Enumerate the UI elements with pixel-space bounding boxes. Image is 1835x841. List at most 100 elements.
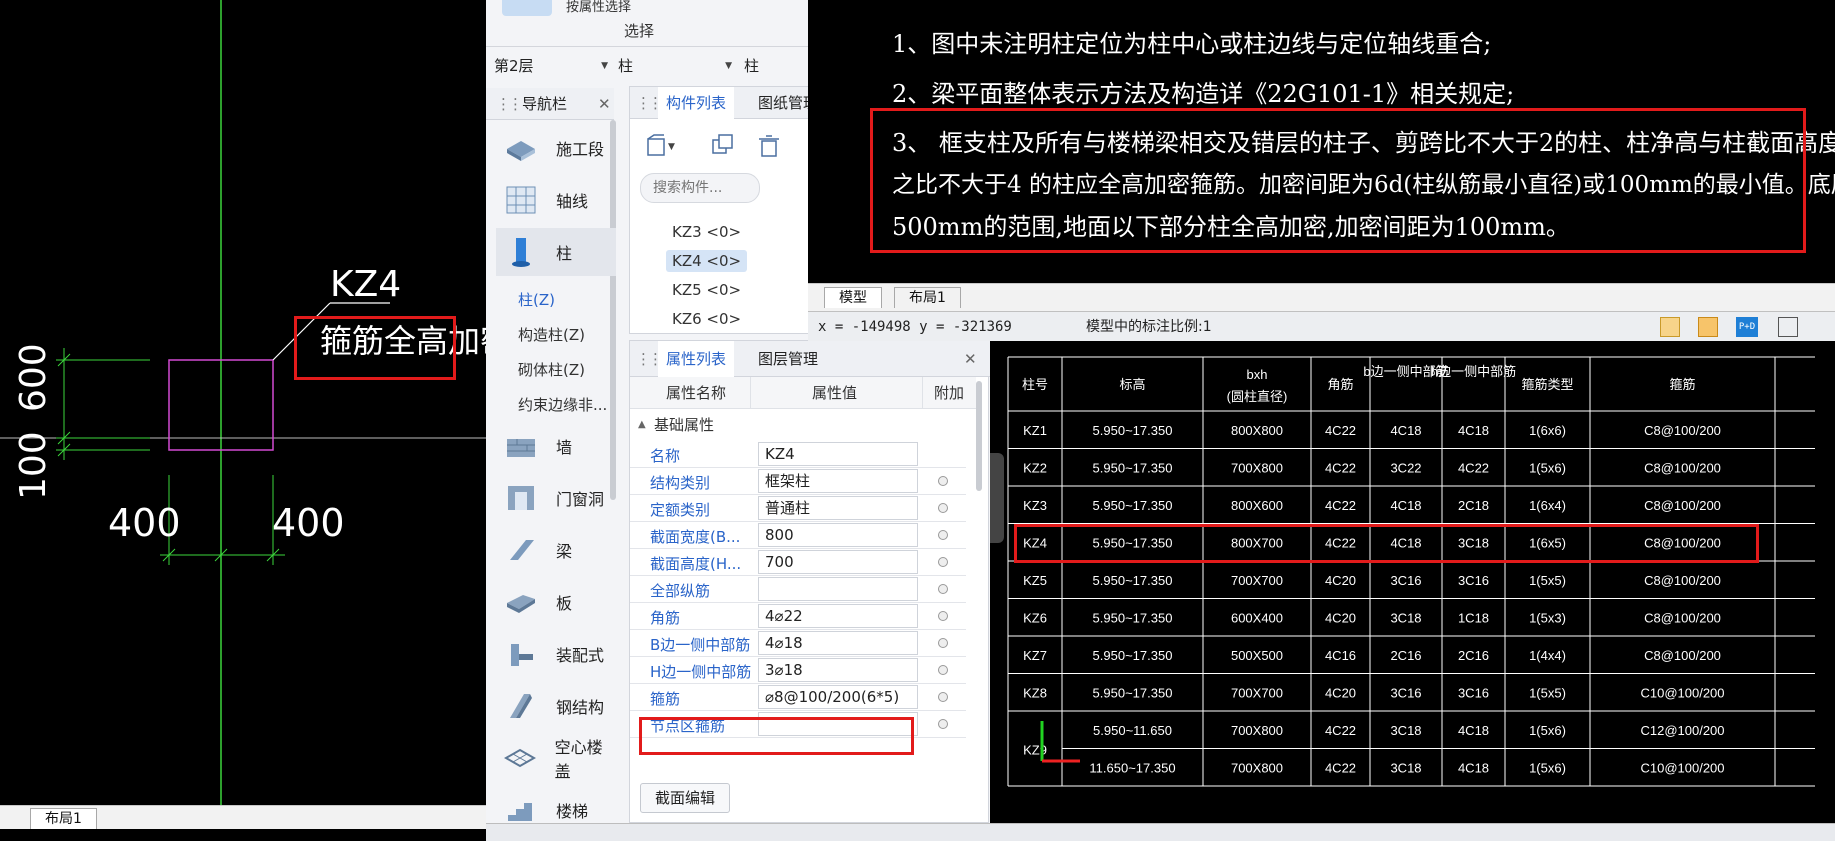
- drag-handle-icon[interactable]: ⋮⋮: [636, 87, 663, 119]
- attach-checkbox[interactable]: [938, 638, 948, 648]
- sub-item-masonry-column[interactable]: 砌体柱(Z): [518, 359, 585, 380]
- annotation-scale: 模型中的标注比例:1: [1086, 319, 1212, 335]
- floor-dropdown[interactable]: 第2层 ▼: [494, 52, 612, 80]
- subtype-dropdown[interactable]: 柱: [744, 52, 804, 80]
- tab-layout1[interactable]: 布局1: [894, 287, 961, 308]
- collapse-handle[interactable]: [990, 453, 1004, 543]
- section-edit-button[interactable]: 截面编辑: [640, 783, 730, 813]
- property-value-input[interactable]: 700: [758, 550, 918, 574]
- nav-item-beam[interactable]: 梁: [496, 526, 616, 574]
- collapse-icon[interactable]: ▲: [638, 409, 646, 441]
- tab-layout1[interactable]: 布局1: [30, 808, 97, 829]
- highlight-kz4-row: [1014, 524, 1759, 563]
- property-value-input[interactable]: KZ4: [758, 442, 918, 466]
- table-cell: 3C18: [1390, 761, 1421, 776]
- copy-icon[interactable]: [710, 133, 736, 159]
- tab-component-list[interactable]: 构件列表: [658, 87, 735, 119]
- nav-label: 梁: [556, 542, 573, 561]
- property-row: 箍筋 ⌀8@100/200(6*5): [630, 684, 966, 711]
- attach-checkbox[interactable]: [938, 476, 948, 486]
- attach-checkbox[interactable]: [938, 557, 948, 567]
- tab-layer-management[interactable]: 图层管理: [758, 341, 818, 377]
- list-item-kz4[interactable]: KZ4 <0>: [666, 250, 748, 272]
- select-by-attr-label[interactable]: 按属性选择: [566, 0, 631, 15]
- attach-checkbox[interactable]: [938, 611, 948, 621]
- group-label: 基础属性: [654, 416, 715, 434]
- minimize-icon[interactable]: [1778, 317, 1798, 337]
- col-header-value: 属性值: [812, 384, 858, 402]
- nav-item-wall[interactable]: 墙: [496, 422, 616, 470]
- column-schedule-viewport[interactable]: 柱号 标高 bxh (圆柱直径) 角筋 b边一侧中部筋 h边一侧中部筋 箍筋类型 箍筋 KZ1 5.…: [990, 341, 1835, 823]
- hollow-floor-icon: [504, 743, 537, 773]
- highlight-stirrup-note: [294, 316, 456, 380]
- sub-item-boundary-member[interactable]: 约束边缘非...: [518, 394, 607, 415]
- properties-scrollbar[interactable]: [976, 381, 982, 491]
- attach-checkbox[interactable]: [938, 530, 948, 540]
- table-cell: C8@100/200: [1644, 611, 1721, 626]
- table-cell: KZ1: [1023, 423, 1047, 438]
- table-cell: 4C18: [1458, 723, 1489, 738]
- property-value-input[interactable]: [758, 577, 918, 601]
- attach-checkbox[interactable]: [938, 665, 948, 675]
- table-cell: C8@100/200: [1644, 498, 1721, 513]
- drag-handle-icon[interactable]: ⋮⋮: [636, 341, 663, 377]
- property-group-basic[interactable]: ▲ 基础属性: [630, 409, 976, 441]
- table-cell: 4C22: [1325, 423, 1356, 438]
- note-line-2: 2、梁平面整体表示方法及构造详《22G101-1》相关规定;: [892, 80, 1515, 108]
- property-value-input[interactable]: ⌀8@100/200(6*5): [758, 685, 918, 709]
- nav-item-column[interactable]: 柱: [496, 228, 616, 276]
- cad-viewport-left[interactable]: KZ4 箍筋全高加密 600 100 400 400 布局1: [0, 0, 486, 841]
- sub-item-constructional-column[interactable]: 构造柱(Z): [518, 324, 585, 345]
- attach-checkbox[interactable]: [938, 584, 948, 594]
- property-name: B边一侧中部筋: [650, 636, 751, 654]
- navigator-title: 导航栏: [522, 95, 568, 113]
- coords-readout: x = -149498 y = -321369: [818, 319, 1012, 335]
- close-icon[interactable]: ✕: [598, 88, 611, 120]
- pdf-icon[interactable]: P+D: [1736, 317, 1758, 337]
- property-value-input[interactable]: 800: [758, 523, 918, 547]
- nav-item-grid-axis[interactable]: 轴线: [496, 176, 616, 224]
- property-name: 定额类别: [650, 501, 711, 519]
- property-row: 截面宽度(B... 800: [630, 522, 966, 549]
- layer-icon[interactable]: [1660, 317, 1680, 337]
- nav-label: 楼梯: [556, 802, 589, 821]
- nav-item-hollow-floor[interactable]: 空心楼盖: [496, 734, 616, 782]
- nav-item-slab[interactable]: 板: [496, 578, 616, 626]
- property-value-input[interactable]: 框架柱: [758, 469, 918, 493]
- tab-properties[interactable]: 属性列表: [658, 341, 735, 377]
- header-cell: (圆柱直径): [1227, 389, 1288, 404]
- table-cell: 1(4x4): [1529, 648, 1566, 663]
- attach-checkbox[interactable]: [938, 503, 948, 513]
- property-value-input[interactable]: 4⌀18: [758, 631, 918, 655]
- nav-label: 门窗洞: [556, 490, 605, 509]
- select-button[interactable]: [502, 0, 552, 16]
- list-item-kz6[interactable]: KZ6 <0>: [666, 308, 747, 330]
- delete-icon[interactable]: [756, 133, 782, 159]
- nav-item-construction-segment[interactable]: 施工段: [496, 124, 616, 172]
- new-component-icon[interactable]: ▼: [644, 133, 676, 159]
- property-value-input[interactable]: 4⌀22: [758, 604, 918, 628]
- property-value-input[interactable]: 普通柱: [758, 496, 918, 520]
- attach-checkbox[interactable]: [938, 692, 948, 702]
- folder-icon[interactable]: [1698, 317, 1718, 337]
- table-cell: C10@100/200: [1640, 761, 1724, 776]
- close-icon[interactable]: ✕: [964, 341, 977, 377]
- tab-model[interactable]: 模型: [824, 287, 882, 308]
- property-value-input[interactable]: 3⌀18: [758, 658, 918, 682]
- sub-item-column-z[interactable]: 柱(Z): [518, 289, 555, 310]
- table-cell: 1(6x6): [1529, 423, 1566, 438]
- drag-handle-icon[interactable]: ⋮⋮: [496, 88, 523, 120]
- search-input[interactable]: [640, 173, 760, 203]
- table-cell: 4C20: [1325, 573, 1356, 588]
- list-item-kz3[interactable]: KZ3 <0>: [666, 221, 747, 243]
- table-cell: 1(5x6): [1529, 461, 1566, 476]
- attach-checkbox[interactable]: [938, 719, 948, 729]
- nav-item-door-window[interactable]: 门窗洞: [496, 474, 616, 522]
- subtype-value: 柱: [744, 57, 760, 75]
- nav-item-steel-structure[interactable]: 钢结构: [496, 682, 616, 730]
- list-item-kz5[interactable]: KZ5 <0>: [666, 279, 747, 301]
- header-cell: 箍筋类型: [1521, 377, 1573, 392]
- type-dropdown[interactable]: 柱 ▼: [618, 52, 736, 80]
- nav-item-prefab[interactable]: 装配式: [496, 630, 616, 678]
- notes-viewport[interactable]: 1、图中未注明柱定位为柱中心或柱边线与定位轴线重合; 2、梁平面整体表示方法及构…: [808, 0, 1835, 341]
